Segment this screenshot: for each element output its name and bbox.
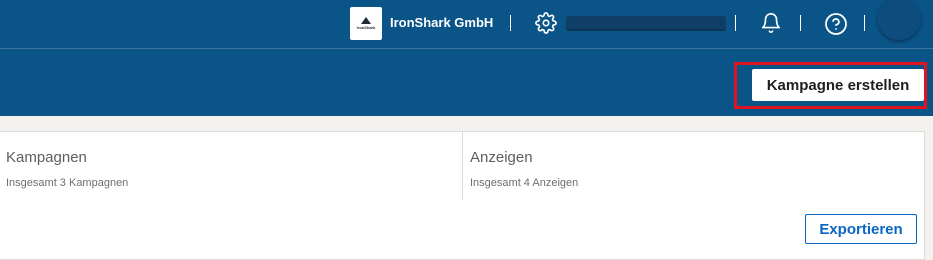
shark-fin-icon [361, 17, 371, 24]
separator [735, 15, 736, 31]
actions-bar [0, 200, 925, 260]
stat-title-campaigns: Kampagnen [6, 149, 87, 166]
stats-divider [462, 131, 463, 201]
company-name[interactable]: IronShark GmbH [390, 15, 493, 30]
export-button[interactable]: Exportieren [805, 214, 917, 244]
create-campaign-button[interactable]: Kampagne erstellen [752, 69, 924, 101]
bell-icon[interactable] [760, 12, 782, 34]
logo-text: IronShark [356, 25, 376, 30]
help-icon[interactable] [824, 12, 848, 36]
stat-subtitle-ads: Insgesamt 4 Anzeigen [470, 177, 579, 189]
stat-subtitle-campaigns: Insgesamt 3 Kampagnen [6, 177, 129, 189]
company-logo[interactable]: IronShark [350, 7, 382, 40]
separator [800, 15, 801, 31]
separator [510, 15, 511, 31]
stat-title-ads: Anzeigen [470, 149, 533, 166]
separator [864, 15, 865, 31]
redacted-account-name [566, 16, 726, 31]
gear-icon[interactable] [535, 12, 557, 34]
